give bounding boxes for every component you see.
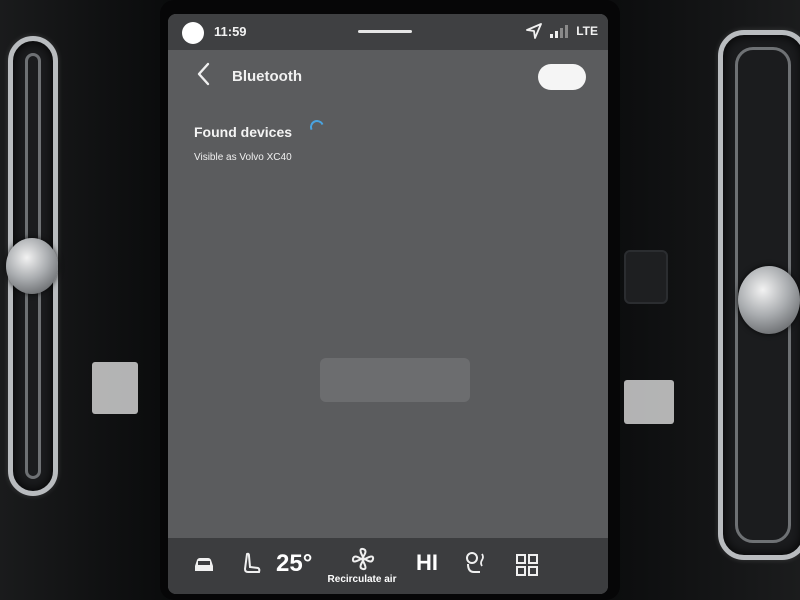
side-sensor bbox=[624, 250, 668, 304]
bluetooth-toggle[interactable] bbox=[538, 64, 586, 90]
network-type: LTE bbox=[576, 24, 598, 38]
car-icon[interactable] bbox=[192, 556, 216, 579]
loading-spinner-icon bbox=[308, 118, 326, 136]
infotainment-screen: 11:59 LTE Bluetooth Found devices Visibl… bbox=[168, 14, 608, 594]
glare-reflection-right bbox=[624, 380, 674, 424]
fan-icon[interactable] bbox=[350, 546, 376, 577]
cabin-temperature[interactable]: 25° bbox=[276, 550, 312, 578]
signal-bars-icon bbox=[550, 24, 569, 38]
status-bar: 11:59 LTE bbox=[168, 14, 608, 50]
app-grid-icon[interactable] bbox=[516, 554, 538, 581]
seat-heat-icon[interactable] bbox=[462, 550, 490, 581]
page-header: Bluetooth bbox=[168, 50, 608, 102]
status-time: 11:59 bbox=[214, 24, 247, 39]
status-indicators: LTE bbox=[526, 23, 598, 39]
pull-down-handle[interactable] bbox=[358, 30, 412, 33]
found-devices-heading: Found devices bbox=[194, 124, 293, 140]
glare-reflection-left bbox=[92, 362, 138, 414]
seat-icon[interactable] bbox=[242, 552, 262, 583]
page-title: Bluetooth bbox=[232, 68, 302, 85]
fan-level[interactable]: HI bbox=[416, 550, 438, 576]
vent-knob-left bbox=[6, 238, 58, 294]
vent-knob-right bbox=[738, 266, 800, 334]
screen-glare bbox=[320, 358, 470, 402]
recirculate-air-label[interactable]: Recirculate air bbox=[322, 574, 402, 585]
home-dot-icon[interactable] bbox=[182, 22, 204, 44]
climate-bar: 25° Recirculate air HI bbox=[168, 538, 608, 594]
visible-as-label: Visible as Volvo XC40 bbox=[194, 152, 292, 163]
navigation-arrow-icon bbox=[526, 23, 543, 39]
chevron-left-icon[interactable] bbox=[196, 62, 212, 91]
